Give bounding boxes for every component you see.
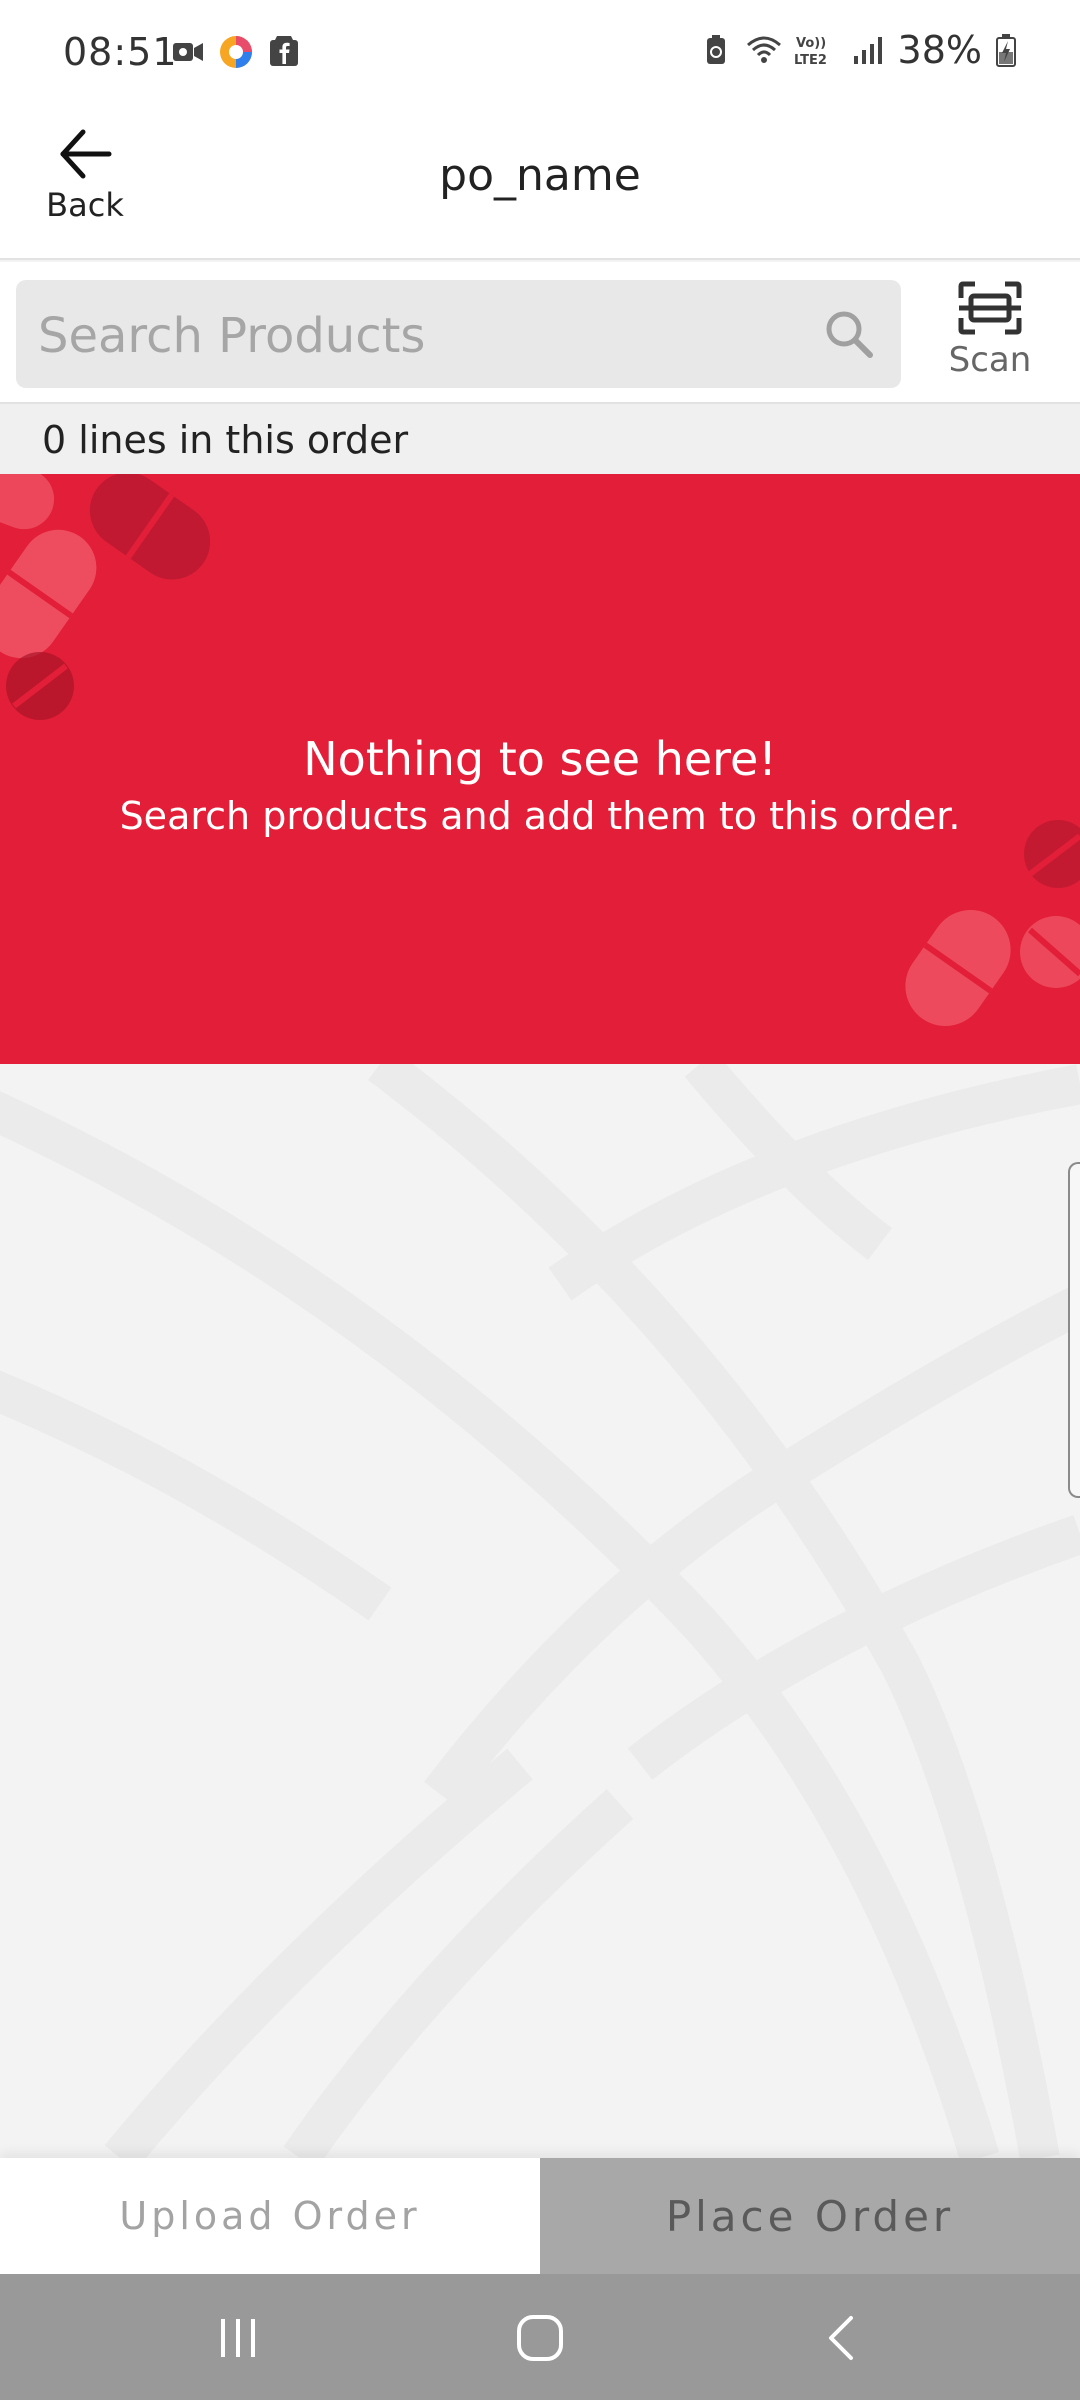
wifi-icon: [746, 36, 781, 63]
background-road-pattern: [0, 1064, 1080, 2158]
page-title: po_name: [439, 150, 641, 201]
empty-state-title: Nothing to see here!: [303, 732, 777, 786]
recent-apps-button[interactable]: [198, 2306, 278, 2370]
system-nav-bar: [0, 2274, 1080, 2400]
scan-button[interactable]: Scan: [940, 280, 1040, 390]
svg-text:LTE2: LTE2: [794, 53, 827, 68]
app-header: Back po_name: [0, 110, 1080, 260]
barcode-scan-icon: [958, 281, 1022, 335]
status-system-icons: Vo)) LTE2 38%: [698, 28, 1018, 72]
recent-apps-icon: [221, 2319, 255, 2357]
back-nav-button[interactable]: [802, 2306, 882, 2370]
empty-state-subtitle: Search products and add them to this ord…: [119, 794, 961, 838]
status-time: 08:51: [63, 30, 178, 74]
battery-percent: 38%: [897, 28, 982, 72]
svg-text:Vo)): Vo)): [796, 36, 826, 51]
search-input[interactable]: Search Products: [16, 280, 901, 388]
scroll-handle[interactable]: [1068, 1162, 1080, 1498]
video-call-icon: [173, 43, 203, 61]
facebook-store-icon: [270, 36, 298, 66]
order-lines-count: 0 lines in this order: [42, 418, 409, 462]
search-row: Search Products Scan: [0, 262, 1080, 404]
status-bar: 08:51 Vo)) LTE2 38%: [0, 0, 1080, 110]
search-placeholder: Search Products: [38, 308, 426, 364]
colorful-app-icon: [220, 36, 252, 68]
bottom-actions: Upload Order Place Order: [0, 2158, 1080, 2274]
scan-label: Scan: [948, 340, 1032, 380]
order-lines-bar: 0 lines in this order: [0, 404, 1080, 474]
empty-state-banner: Nothing to see here! Search products and…: [0, 474, 1080, 1064]
search-icon[interactable]: [823, 308, 875, 360]
home-button[interactable]: [500, 2306, 580, 2370]
battery-saver-icon: [706, 35, 725, 64]
upload-order-button[interactable]: Upload Order: [0, 2158, 540, 2274]
place-order-button[interactable]: Place Order: [540, 2158, 1080, 2274]
back-nav-icon: [829, 2316, 853, 2360]
signal-icon: [853, 37, 882, 64]
home-icon: [517, 2315, 563, 2361]
battery-charging-icon: [996, 34, 1016, 67]
order-lines-list: [0, 1064, 1080, 2158]
volte-lte2-icon: Vo)) LTE2: [794, 36, 827, 68]
status-notification-icons: [170, 34, 302, 70]
